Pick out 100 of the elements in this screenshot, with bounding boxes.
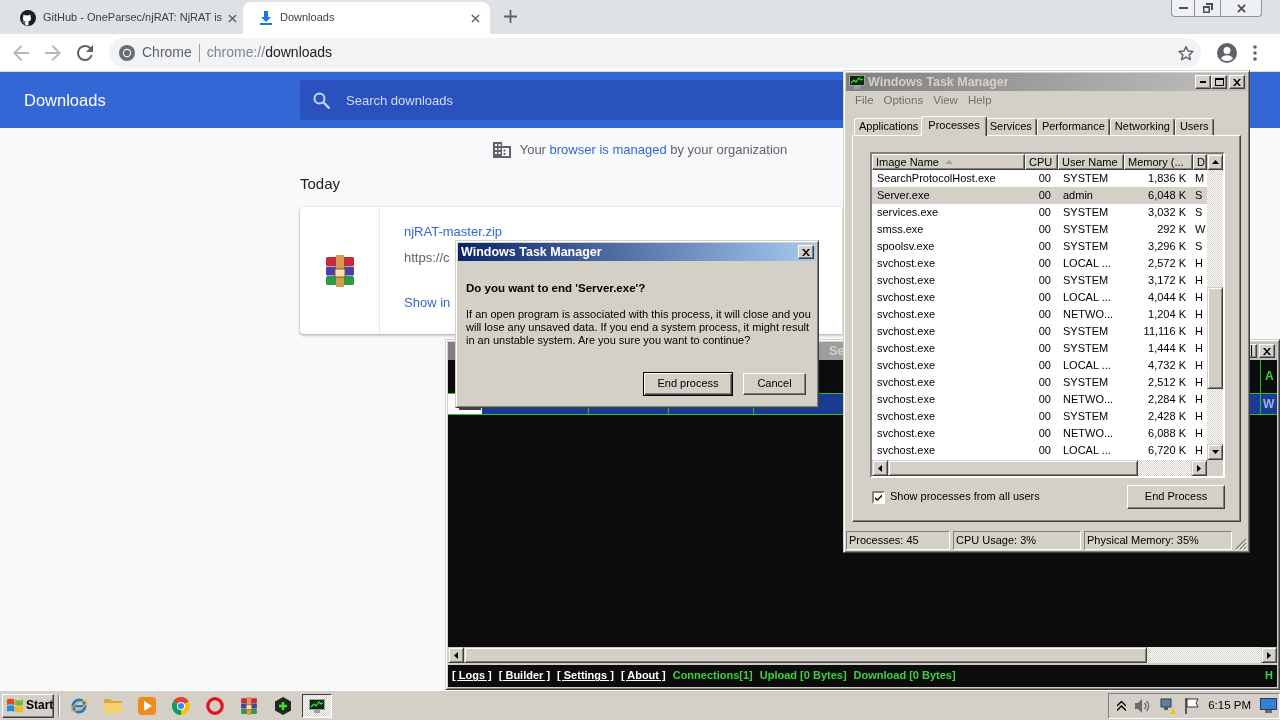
checkbox[interactable] <box>872 490 885 504</box>
browser-tab[interactable]: GitHub - OneParsec/njRAT: NjRAT is <box>8 2 243 34</box>
speaker-icon[interactable] <box>1135 698 1152 713</box>
process-row[interactable]: SearchProtocolHost.exe 00 SYSTEM 1,836 K M <box>872 170 1207 187</box>
tab[interactable]: Applications <box>854 118 924 135</box>
table-cell-text: svchost.exe <box>876 307 937 322</box>
tab[interactable]: Processes <box>921 116 987 136</box>
scroll-thumb[interactable] <box>1207 287 1223 389</box>
process-row[interactable]: services.exe 00 SYSTEM 3,032 K S <box>872 204 1207 221</box>
nav-link[interactable]: [ About ] <box>620 669 666 683</box>
process-row[interactable]: svchost.exe 00 LOCAL ... 6,720 K H <box>872 442 1207 459</box>
nav-link[interactable]: [ Builder ] <box>498 669 551 683</box>
table-cell-text: SYSTEM <box>1062 205 1110 220</box>
taskbar-button[interactable] <box>302 693 332 718</box>
end-process-button[interactable]: End Process <box>1127 485 1225 509</box>
tab[interactable]: Services <box>984 118 1037 135</box>
table-cell-text: spoolsv.exe <box>876 239 936 254</box>
process-row[interactable]: svchost.exe 00 LOCAL ... 4,044 K H <box>872 289 1207 306</box>
process-row[interactable]: svchost.exe 00 NETWO... 2,284 K H <box>872 391 1207 408</box>
scroll-thumb[interactable] <box>464 647 1147 663</box>
table-cell-text: 2,512 K <box>1147 375 1187 390</box>
process-row[interactable]: spoolsv.exe 00 SYSTEM 3,296 K S <box>872 238 1207 255</box>
nav-link[interactable]: [ Settings ] <box>557 669 614 683</box>
process-row[interactable]: svchost.exe 00 SYSTEM 2,428 K H <box>872 408 1207 425</box>
tab[interactable]: Performance <box>1036 118 1110 135</box>
scroll-down-button[interactable] <box>1207 444 1223 460</box>
horizontal-scrollbar[interactable] <box>448 647 1277 663</box>
process-row[interactable]: svchost.exe 00 SYSTEM 1,444 K H <box>872 340 1207 357</box>
column-header[interactable]: Image Name <box>872 154 1025 170</box>
menu-icon[interactable] <box>1253 44 1257 61</box>
download-icon <box>259 11 273 25</box>
scroll-right-button[interactable] <box>1191 460 1207 476</box>
nav-link[interactable]: [ Logs ] <box>452 669 492 683</box>
process-row[interactable]: svchost.exe 00 SYSTEM 3,172 K H <box>872 272 1207 289</box>
dialog-button[interactable]: Cancel <box>743 373 806 395</box>
close-icon <box>1236 3 1246 13</box>
search-field[interactable]: Search downloads <box>300 80 843 120</box>
column-header[interactable]: D <box>1193 154 1207 170</box>
circle-logo-icon <box>172 696 190 715</box>
status-pane: CPU Usage: 3% <box>953 531 1081 550</box>
table-cell-text: 00 <box>1037 358 1052 373</box>
table-cell-text: H <box>1194 307 1204 322</box>
resize-grip-icon <box>1235 538 1247 550</box>
scroll-left-button[interactable] <box>448 647 464 663</box>
scroll-up-button[interactable] <box>1207 154 1223 170</box>
process-row[interactable]: svchost.exe 00 NETWO... 1,204 K H <box>872 306 1207 323</box>
table-cell-text: 11,116 K <box>1142 324 1187 339</box>
process-row[interactable]: Server.exe 00 admin 6,048 K S <box>872 187 1207 204</box>
minimize-button[interactable] <box>1171 0 1195 17</box>
flag-icon[interactable] <box>1185 697 1200 714</box>
start-button[interactable]: Start <box>2 693 54 718</box>
close-icon <box>1263 347 1271 355</box>
managed-link[interactable]: browser is managed <box>549 141 667 157</box>
book-stack-icon <box>323 254 356 287</box>
star-icon[interactable] <box>1178 44 1194 61</box>
process-row[interactable]: smss.exe 00 SYSTEM 292 K W <box>872 221 1207 238</box>
table-cell-text: LOCAL ... <box>1062 443 1112 458</box>
reload-icon[interactable] <box>77 44 93 61</box>
close-icon[interactable] <box>228 13 237 23</box>
column-header[interactable]: Memory (... <box>1124 154 1193 170</box>
table-cell-text: 6,048 K <box>1147 188 1187 203</box>
windows-logo-icon <box>7 698 23 713</box>
avatar-icon[interactable] <box>1217 42 1237 63</box>
process-row[interactable]: svchost.exe 00 LOCAL ... 2,572 K H <box>872 255 1207 272</box>
maximize-button[interactable] <box>1211 75 1227 89</box>
screen-icon[interactable] <box>1260 698 1277 713</box>
table-cell-text: H <box>1194 392 1204 407</box>
show-in-link[interactable]: Show in <box>404 295 451 311</box>
column-header[interactable]: CPU <box>1025 154 1058 170</box>
process-row[interactable]: svchost.exe 00 LOCAL ... 4,732 K H <box>872 357 1207 374</box>
tab[interactable]: Networking <box>1109 118 1175 135</box>
up-arrow-icon <box>1211 160 1219 164</box>
file-name-link[interactable]: njRAT-master.zip <box>404 224 502 240</box>
vertical-scrollbar[interactable] <box>1207 154 1223 460</box>
monitor-icon <box>309 698 325 713</box>
address-bar[interactable]: Chrome chrome://downloads <box>109 37 1201 68</box>
restore-button[interactable] <box>1195 0 1221 17</box>
table-cell-text: 00 <box>1037 375 1052 390</box>
screen-warning-icon[interactable] <box>1160 697 1177 714</box>
scroll-right-button[interactable] <box>1261 647 1277 663</box>
process-row[interactable]: svchost.exe 00 SYSTEM 2,512 K H <box>872 374 1207 391</box>
close-button[interactable] <box>1221 0 1262 17</box>
chevron-up-icon[interactable] <box>1117 700 1127 711</box>
table-cell-text: svchost.exe <box>876 409 937 424</box>
tab[interactable]: Users <box>1174 118 1214 135</box>
right-arrow-icon <box>1197 464 1201 472</box>
table-cell-text: S <box>1194 239 1204 254</box>
scroll-thumb[interactable] <box>888 460 1138 476</box>
process-row[interactable]: svchost.exe 00 NETWO... 6,088 K H <box>872 425 1207 442</box>
table-cell-text: svchost.exe <box>876 375 937 390</box>
new-tab-icon[interactable] <box>504 10 517 23</box>
scroll-left-button[interactable] <box>872 460 888 476</box>
process-row[interactable]: svchost.exe 00 SYSTEM 11,116 K H <box>872 323 1207 340</box>
close-icon[interactable] <box>471 13 480 23</box>
dialog-button[interactable]: End process <box>643 372 733 396</box>
column-header[interactable]: User Name <box>1058 154 1124 170</box>
horizontal-scrollbar[interactable] <box>872 460 1207 476</box>
browser-tab[interactable]: Downloads <box>243 2 490 34</box>
maximize-icon <box>1214 78 1224 86</box>
maximize-button[interactable] <box>1250 344 1257 358</box>
